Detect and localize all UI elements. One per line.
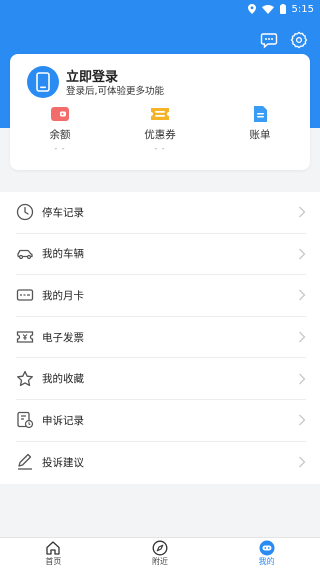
location-icon [247, 4, 256, 14]
menu-item-label: 我的车辆 [42, 248, 84, 261]
chevron-right-icon [299, 414, 306, 426]
menu-item-label: 我的月卡 [42, 289, 84, 302]
stat-balance[interactable]: 余额 - - [10, 106, 110, 153]
chevron-right-icon [299, 290, 306, 301]
chat-icon[interactable] [260, 31, 278, 49]
menu-item-label: 我的收藏 [42, 373, 84, 386]
stat-coupon[interactable]: 优惠券 - - [110, 106, 210, 153]
settings-icon[interactable] [290, 31, 308, 49]
menu-item-parking-records[interactable]: 停车记录 [16, 192, 306, 234]
tab-home[interactable]: 首页 [0, 538, 107, 570]
stat-label: 优惠券 [144, 129, 176, 141]
bill-icon [254, 106, 267, 122]
tab-label: 附近 [152, 557, 168, 566]
pencil-icon [18, 454, 32, 471]
menu-item-appeal-records[interactable]: 申诉记录 [16, 400, 306, 442]
chevron-right-icon [299, 373, 306, 385]
chevron-right-icon [299, 248, 306, 260]
invoice-icon [16, 331, 34, 343]
wifi-icon [261, 4, 274, 14]
menu-item-favorites[interactable]: 我的收藏 [16, 358, 306, 400]
tab-nearby[interactable]: 附近 [107, 538, 214, 570]
clock-icon [16, 204, 34, 221]
menu-item-complaints-suggestions[interactable]: 投诉建议 [16, 442, 306, 484]
phone-avatar-icon[interactable] [27, 66, 59, 98]
menu-item-e-invoice[interactable]: 电子发票 [16, 317, 306, 359]
compass-icon [152, 540, 168, 556]
tab-label: 我的 [258, 557, 275, 566]
menu-item-label: 申诉记录 [42, 414, 84, 427]
coupon-icon [151, 108, 169, 120]
menu-item-my-vehicles[interactable]: 我的车辆 [16, 234, 306, 276]
wallet-icon [51, 107, 69, 121]
menu-item-monthly-card[interactable]: 我的月卡 [16, 275, 306, 317]
home-icon [46, 541, 60, 555]
menu-item-label: 停车记录 [42, 206, 84, 219]
menu-item-label: 投诉建议 [42, 456, 84, 469]
status-bar: 5:15 [0, 0, 320, 18]
battery-icon [279, 4, 286, 14]
stat-label: 账单 [249, 129, 271, 141]
car-icon [17, 249, 33, 259]
stats-row: 余额 - - 优惠券 - - 账单 [10, 106, 310, 153]
menu-list: 停车记录 我的车辆 我的月卡 电子发票 我的收藏 申诉记录 投诉建议 [0, 192, 320, 484]
star-icon [17, 370, 33, 386]
chevron-right-icon [299, 206, 306, 218]
tab-mine[interactable]: 我的 [213, 538, 320, 570]
chevron-right-icon [299, 331, 306, 343]
chevron-right-icon [299, 456, 306, 468]
bottom-tab-bar: 首页 附近 我的 [0, 537, 320, 570]
stat-value: - - [54, 144, 66, 153]
robot-face-icon [259, 540, 275, 556]
appeal-record-icon [17, 412, 34, 429]
stat-label: 余额 [49, 129, 71, 141]
stat-value: - - [154, 144, 166, 153]
card-icon [16, 289, 34, 302]
status-time: 5:15 [291, 3, 314, 15]
stat-bill[interactable]: 账单 [210, 106, 310, 153]
menu-item-label: 电子发票 [42, 331, 84, 344]
profile-card: 立即登录 登录后,可体验更多功能 余额 - - 优惠券 - - 账单 [10, 54, 310, 170]
login-subtitle: 登录后,可体验更多功能 [66, 86, 165, 97]
tab-label: 首页 [45, 557, 62, 566]
